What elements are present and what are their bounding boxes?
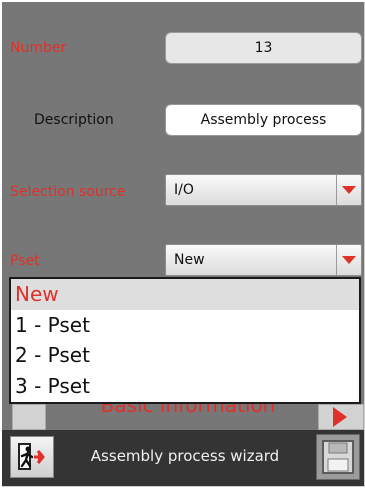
pset-option[interactable]: New: [11, 279, 359, 310]
wizard-title: Assembly process wizard: [90, 447, 280, 465]
number-label: Number: [10, 40, 67, 56]
exit-button[interactable]: [10, 436, 54, 478]
section-navigation-bar: Basic information: [12, 404, 364, 430]
pset-value: New: [174, 252, 205, 268]
chevron-down-icon: [342, 186, 356, 194]
selection-source-dropdown-button[interactable]: [336, 175, 361, 205]
pset-dropdown-list: New 1 - Pset 2 - Pset 3 - Pset: [9, 277, 361, 404]
pset-select[interactable]: New: [165, 244, 362, 276]
floppy-disk-icon: [322, 440, 354, 474]
exit-door-icon: [18, 443, 45, 470]
selection-source-label: Selection source: [10, 184, 126, 200]
footer-bar: Assembly process wizard: [2, 430, 364, 486]
app-window: Number 13 Description Assembly process S…: [2, 2, 365, 487]
pset-option[interactable]: 3 - Pset: [11, 371, 359, 402]
section-title: Basic information: [100, 404, 276, 417]
pset-label: Pset: [10, 253, 40, 269]
chevron-down-icon: [342, 256, 356, 264]
selection-source-select[interactable]: I/O: [165, 174, 362, 206]
arrow-right-icon: [333, 407, 347, 427]
save-button[interactable]: [316, 434, 360, 480]
description-label: Description: [34, 112, 114, 128]
pset-dropdown-button[interactable]: [336, 245, 361, 275]
selection-source-value: I/O: [174, 182, 194, 198]
pset-option[interactable]: 1 - Pset: [11, 310, 359, 341]
number-field: 13: [165, 32, 362, 64]
description-field[interactable]: Assembly process: [165, 104, 362, 136]
pset-option[interactable]: 2 - Pset: [11, 340, 359, 371]
next-section-button[interactable]: [318, 404, 364, 430]
